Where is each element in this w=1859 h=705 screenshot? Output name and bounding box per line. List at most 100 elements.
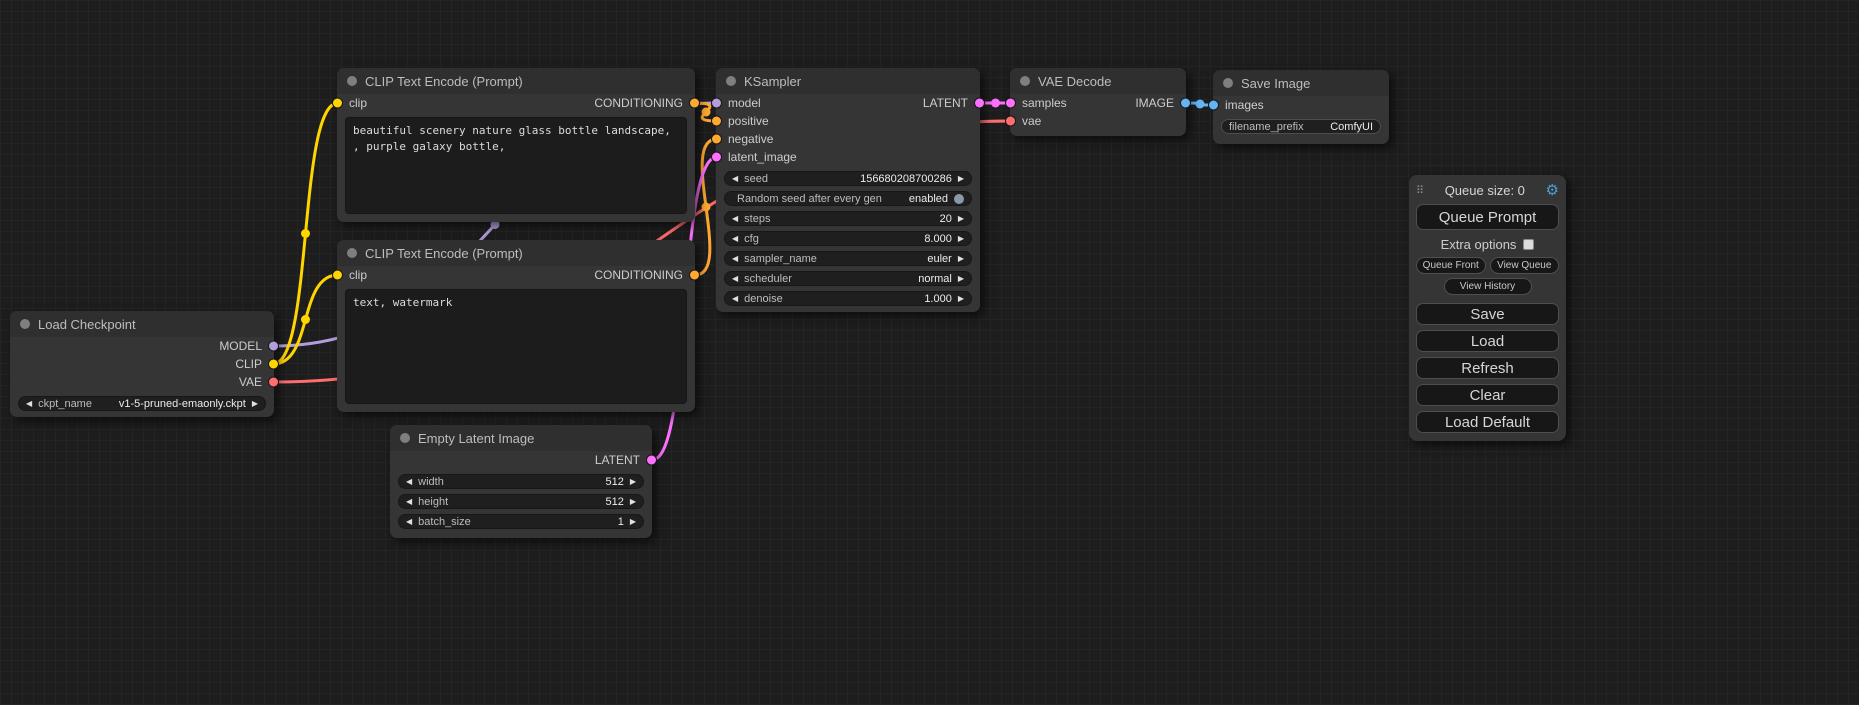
- node-title: CLIP Text Encode (Prompt): [365, 246, 523, 261]
- widget-ckpt-name[interactable]: ◀ ckpt_name v1-5-pruned-emaonly.ckpt ▶: [18, 396, 266, 411]
- output-slot-latent[interactable]: [975, 99, 984, 108]
- input-slot-positive[interactable]: [712, 117, 721, 126]
- decrement-icon[interactable]: ◀: [732, 215, 738, 223]
- negative-prompt-textarea[interactable]: text, watermark: [345, 289, 687, 404]
- widget-sampler-name[interactable]: ◀ sampler_name euler ▶: [724, 251, 972, 266]
- node-ksampler[interactable]: KSampler model LATENT positive negative …: [716, 68, 980, 312]
- decrement-icon[interactable]: ◀: [406, 478, 412, 486]
- output-slot-clip[interactable]: [269, 360, 278, 369]
- output-slot-conditioning[interactable]: [690, 271, 699, 280]
- output-label-vae: VAE: [239, 375, 262, 389]
- node-title-bar[interactable]: VAE Decode: [1010, 68, 1186, 94]
- node-clip-text-encode-positive[interactable]: CLIP Text Encode (Prompt) clip CONDITION…: [337, 68, 695, 222]
- input-slot-model[interactable]: [712, 99, 721, 108]
- input-slot-negative[interactable]: [712, 135, 721, 144]
- input-label-model: model: [728, 96, 761, 110]
- increment-icon[interactable]: ▶: [630, 498, 636, 506]
- queue-front-button[interactable]: Queue Front: [1416, 257, 1486, 274]
- output-slot-vae[interactable]: [269, 378, 278, 387]
- collapse-icon[interactable]: [1020, 76, 1030, 86]
- output-slot-model[interactable]: [269, 342, 278, 351]
- widget-seed[interactable]: ◀ seed 156680208700286 ▶: [724, 171, 972, 186]
- output-slot-conditioning[interactable]: [690, 99, 699, 108]
- positive-prompt-textarea[interactable]: beautiful scenery nature glass bottle la…: [345, 117, 687, 214]
- node-title-bar[interactable]: CLIP Text Encode (Prompt): [337, 68, 695, 94]
- widget-cfg[interactable]: ◀ cfg 8.000 ▶: [724, 231, 972, 246]
- decrement-icon[interactable]: ◀: [732, 175, 738, 183]
- queue-size-label: Queue size: 0: [1445, 183, 1525, 198]
- extra-options-checkbox[interactable]: [1523, 239, 1534, 250]
- widget-scheduler[interactable]: ◀ scheduler normal ▶: [724, 271, 972, 286]
- prev-value-icon[interactable]: ◀: [26, 400, 32, 408]
- increment-icon[interactable]: ▶: [958, 175, 964, 183]
- output-label-image: IMAGE: [1135, 96, 1174, 110]
- input-label-negative: negative: [728, 132, 773, 146]
- node-clip-text-encode-negative[interactable]: CLIP Text Encode (Prompt) clip CONDITION…: [337, 240, 695, 412]
- queue-panel: ⠿ Queue size: 0 ⚙ Queue Prompt Extra opt…: [1409, 175, 1566, 441]
- collapse-icon[interactable]: [726, 76, 736, 86]
- increment-icon[interactable]: ▶: [958, 295, 964, 303]
- decrement-icon[interactable]: ◀: [732, 295, 738, 303]
- input-slot-images[interactable]: [1209, 101, 1218, 110]
- load-button[interactable]: Load: [1416, 330, 1559, 352]
- refresh-button[interactable]: Refresh: [1416, 357, 1559, 379]
- input-slot-latent-image[interactable]: [712, 153, 721, 162]
- output-label-clip: CLIP: [235, 357, 262, 371]
- node-title-bar[interactable]: Load Checkpoint: [10, 311, 274, 337]
- collapse-icon[interactable]: [347, 76, 357, 86]
- widget-height[interactable]: ◀ height 512 ▶: [398, 494, 644, 509]
- decrement-icon[interactable]: ◀: [406, 498, 412, 506]
- increment-icon[interactable]: ▶: [958, 215, 964, 223]
- link-midpoint-dot: [702, 108, 711, 117]
- decrement-icon[interactable]: ◀: [732, 235, 738, 243]
- node-title: Empty Latent Image: [418, 431, 534, 446]
- node-title-bar[interactable]: Save Image: [1213, 70, 1389, 96]
- widget-width[interactable]: ◀ width 512 ▶: [398, 474, 644, 489]
- settings-gear-icon[interactable]: ⚙: [1546, 183, 1559, 198]
- prev-value-icon[interactable]: ◀: [732, 255, 738, 263]
- input-slot-vae[interactable]: [1006, 117, 1015, 126]
- increment-icon[interactable]: ▶: [630, 518, 636, 526]
- collapse-icon[interactable]: [20, 319, 30, 329]
- widget-batch-size[interactable]: ◀ batch_size 1 ▶: [398, 514, 644, 529]
- link-midpoint-dot: [991, 99, 1000, 108]
- widget-steps[interactable]: ◀ steps 20 ▶: [724, 211, 972, 226]
- node-load-checkpoint[interactable]: Load Checkpoint MODEL CLIP VAE ◀ ckpt_na…: [10, 311, 274, 417]
- widget-filename-prefix[interactable]: filename_prefix ComfyUI: [1221, 119, 1381, 134]
- view-queue-button[interactable]: View Queue: [1490, 257, 1560, 274]
- clear-button[interactable]: Clear: [1416, 384, 1559, 406]
- input-slot-clip[interactable]: [333, 99, 342, 108]
- prev-value-icon[interactable]: ◀: [732, 275, 738, 283]
- increment-icon[interactable]: ▶: [630, 478, 636, 486]
- load-default-button[interactable]: Load Default: [1416, 411, 1559, 433]
- widget-random-seed-toggle[interactable]: Random seed after every gen enabled: [724, 191, 972, 206]
- view-history-button[interactable]: View History: [1444, 278, 1532, 295]
- increment-icon[interactable]: ▶: [958, 235, 964, 243]
- output-slot-latent[interactable]: [647, 456, 656, 465]
- output-slot-image[interactable]: [1181, 99, 1190, 108]
- decrement-icon[interactable]: ◀: [406, 518, 412, 526]
- next-value-icon[interactable]: ▶: [958, 275, 964, 283]
- node-title-bar[interactable]: CLIP Text Encode (Prompt): [337, 240, 695, 266]
- node-save-image[interactable]: Save Image images filename_prefix ComfyU…: [1213, 70, 1389, 144]
- output-label-model: MODEL: [219, 339, 262, 353]
- widget-denoise[interactable]: ◀ denoise 1.000 ▶: [724, 291, 972, 306]
- node-empty-latent-image[interactable]: Empty Latent Image LATENT ◀ width 512 ▶ …: [390, 425, 652, 538]
- link-midpoint-dot: [1196, 100, 1205, 109]
- queue-prompt-button[interactable]: Queue Prompt: [1416, 204, 1559, 230]
- collapse-icon[interactable]: [400, 433, 410, 443]
- node-title-bar[interactable]: Empty Latent Image: [390, 425, 652, 451]
- next-value-icon[interactable]: ▶: [252, 400, 258, 408]
- collapse-icon[interactable]: [1223, 78, 1233, 88]
- collapse-icon[interactable]: [347, 248, 357, 258]
- node-vae-decode[interactable]: VAE Decode samples IMAGE vae: [1010, 68, 1186, 136]
- input-slot-samples[interactable]: [1006, 99, 1015, 108]
- save-button[interactable]: Save: [1416, 303, 1559, 325]
- node-title-bar[interactable]: KSampler: [716, 68, 980, 94]
- input-label-positive: positive: [728, 114, 769, 128]
- toggle-knob-icon[interactable]: [954, 194, 964, 204]
- input-slot-clip[interactable]: [333, 271, 342, 280]
- next-value-icon[interactable]: ▶: [958, 255, 964, 263]
- drag-handle-icon[interactable]: ⠿: [1416, 184, 1424, 197]
- output-label-latent: LATENT: [923, 96, 968, 110]
